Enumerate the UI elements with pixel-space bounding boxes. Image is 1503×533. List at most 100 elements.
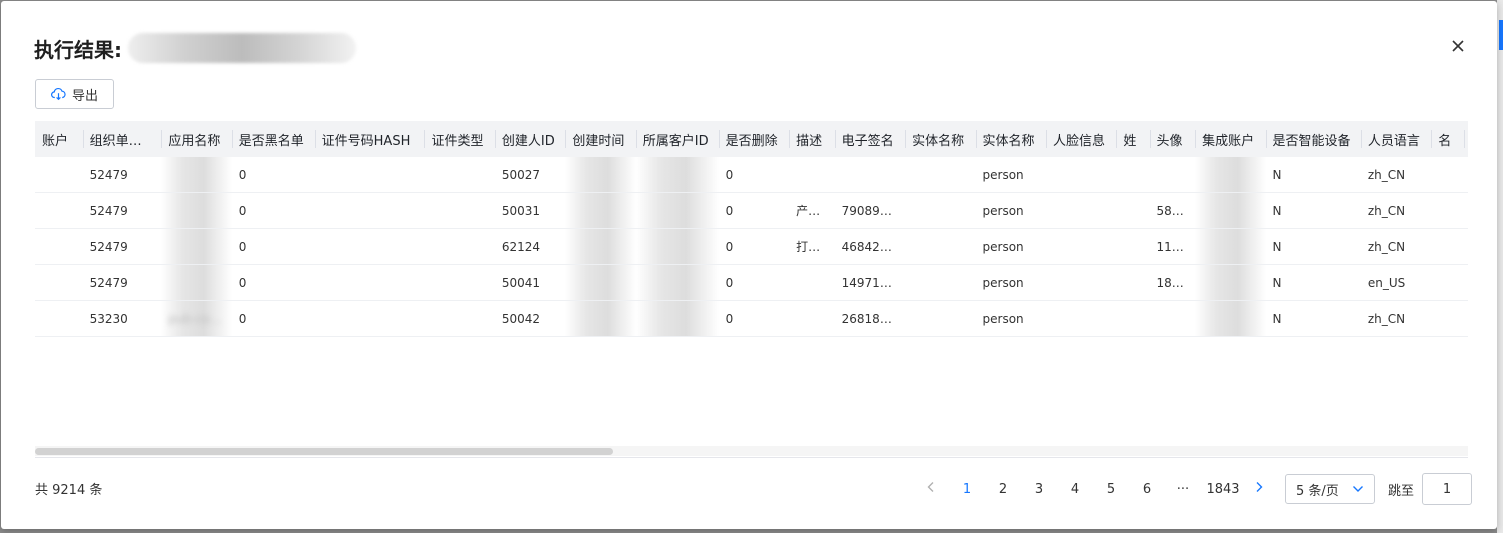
table-cell bbox=[35, 157, 83, 193]
table-cell bbox=[1045, 264, 1117, 301]
column-header[interactable]: 所属客户ID bbox=[635, 121, 719, 157]
table-cell bbox=[1116, 157, 1150, 193]
column-header[interactable]: 实体名称 bbox=[905, 121, 976, 157]
column-header[interactable]: 集成账户 bbox=[1195, 121, 1266, 157]
table-cell bbox=[1431, 264, 1465, 301]
table-cell: zh_CN bbox=[1360, 300, 1432, 337]
page-size-value: 5 条/页 bbox=[1296, 483, 1339, 499]
column-header[interactable]: 组织单元ID bbox=[82, 121, 162, 157]
table-cell: 0 bbox=[231, 300, 315, 337]
table-row[interactable]: 524790621240打…46842…person11…Nzh_CN2023-… bbox=[35, 228, 1468, 265]
table-cell: 2024-04- bbox=[1464, 264, 1468, 301]
table-row[interactable]: 52479 0 50041 0 14971… person 18… Nen_US 2024-04… bbox=[35, 264, 1468, 301]
table-cell: 50027 bbox=[494, 157, 566, 193]
table-cell bbox=[35, 264, 83, 301]
table-cell bbox=[635, 157, 719, 193]
export-button[interactable]: 导出 bbox=[35, 79, 114, 109]
table-cell bbox=[424, 192, 495, 229]
jump-label: 跳至 bbox=[1388, 483, 1415, 499]
table-cell: 2023-02- bbox=[1464, 228, 1468, 265]
table-cell bbox=[1195, 300, 1266, 337]
close-icon bbox=[1452, 40, 1464, 52]
table-row[interactable]: 524790500310产…79089…person58…Nzh_CN2023-… bbox=[35, 192, 1468, 229]
table-row[interactable]: 53230 pub-co… 0 50042 0 26818… person Nzh_CN 202… bbox=[35, 300, 1468, 337]
column-header[interactable]: 账户 bbox=[35, 121, 83, 157]
table-cell bbox=[1195, 228, 1266, 265]
table-cell bbox=[1116, 264, 1150, 301]
pagination: 1 2 3 4 5 6 ··· 1843 5 条/页 跳至 bbox=[921, 473, 1473, 505]
table-cell bbox=[424, 264, 495, 301]
table-cell: 46842… bbox=[834, 228, 906, 265]
table-cell bbox=[35, 192, 83, 229]
table-cell: 打… bbox=[789, 228, 835, 265]
table-row[interactable]: 52479 0 50027 0 person Nzh_CN 2022-11- bbox=[35, 157, 1468, 193]
table-cell bbox=[161, 264, 232, 301]
table-cell bbox=[314, 300, 425, 337]
page-1[interactable]: 1 bbox=[949, 482, 985, 497]
page-3[interactable]: 3 bbox=[1021, 482, 1057, 497]
column-header[interactable]: 头像 bbox=[1149, 121, 1196, 157]
table-cell bbox=[565, 192, 636, 229]
page-4[interactable]: 4 bbox=[1057, 482, 1093, 497]
table-cell: 2022-11- bbox=[1464, 157, 1468, 193]
redacted-cell-text: pub-co… bbox=[168, 311, 222, 326]
table-cell: 0 bbox=[718, 264, 790, 301]
column-header[interactable]: 创建人ID bbox=[494, 121, 566, 157]
table-cell: N bbox=[1265, 192, 1361, 229]
page-size-select[interactable]: 5 条/页 bbox=[1285, 474, 1375, 504]
table-cell: 52479 bbox=[82, 157, 162, 193]
table-cell bbox=[161, 192, 232, 229]
column-header[interactable]: 人脸信息 bbox=[1045, 121, 1117, 157]
table-cell bbox=[314, 264, 425, 301]
column-header[interactable]: 电子签名 bbox=[834, 121, 906, 157]
table-cell: 52479 bbox=[82, 192, 162, 229]
table-cell bbox=[424, 157, 495, 193]
table-cell: 0 bbox=[718, 300, 790, 337]
column-header[interactable]: 人员语言 bbox=[1360, 121, 1432, 157]
table-cell: 62124 bbox=[494, 228, 566, 265]
column-header[interactable]: 姓 bbox=[1116, 121, 1150, 157]
table-cell bbox=[905, 192, 976, 229]
page-2[interactable]: 2 bbox=[985, 482, 1021, 497]
prev-page-button[interactable] bbox=[921, 481, 941, 497]
column-header[interactable]: 最后更新 bbox=[1464, 121, 1468, 157]
chevron-right-icon bbox=[1256, 482, 1263, 492]
close-button[interactable] bbox=[1448, 36, 1468, 56]
jump-page-input[interactable] bbox=[1422, 473, 1473, 505]
page-last[interactable]: 1843 bbox=[1201, 482, 1245, 497]
column-header[interactable]: 证件号码HASH bbox=[314, 121, 425, 157]
horizontal-scrollbar-thumb[interactable] bbox=[35, 448, 613, 455]
table-cell: 52479 bbox=[82, 228, 162, 265]
table-cell: 0 bbox=[231, 228, 315, 265]
column-header[interactable]: 名 bbox=[1431, 121, 1465, 157]
column-header[interactable]: 创建时间 bbox=[565, 121, 636, 157]
column-header[interactable]: 证件类型 bbox=[424, 121, 495, 157]
table-cell bbox=[834, 157, 906, 193]
table-cell bbox=[789, 264, 835, 301]
table-cell: person bbox=[975, 264, 1046, 301]
column-header[interactable]: 描述 bbox=[789, 121, 835, 157]
page-5[interactable]: 5 bbox=[1093, 482, 1129, 497]
table-cell bbox=[565, 228, 636, 265]
dialog-header: 执行结果: bbox=[34, 33, 356, 63]
table-cell: 50042 bbox=[494, 300, 566, 337]
backdrop-accent bbox=[1499, 20, 1503, 50]
column-header[interactable]: 是否删除 bbox=[718, 121, 790, 157]
page-6[interactable]: 6 bbox=[1129, 482, 1165, 497]
table-cell bbox=[314, 192, 425, 229]
table-cell bbox=[565, 264, 636, 301]
table-cell: 58… bbox=[1149, 192, 1196, 229]
table-cell: N bbox=[1265, 157, 1361, 193]
table-cell bbox=[1431, 300, 1465, 337]
page-ellipsis[interactable]: ··· bbox=[1165, 482, 1201, 497]
column-header[interactable]: 实体名称 bbox=[975, 121, 1046, 157]
chevron-down-icon bbox=[1353, 486, 1363, 492]
column-header[interactable]: 应用名称 bbox=[161, 121, 232, 157]
table-cell bbox=[161, 157, 232, 193]
table-cell: 0 bbox=[231, 192, 315, 229]
column-header[interactable]: 是否黑名单 bbox=[231, 121, 315, 157]
next-page-button[interactable] bbox=[1249, 481, 1269, 497]
table-cell bbox=[1195, 157, 1266, 193]
table-cell bbox=[1045, 157, 1117, 193]
column-header[interactable]: 是否智能设备 bbox=[1265, 121, 1361, 157]
